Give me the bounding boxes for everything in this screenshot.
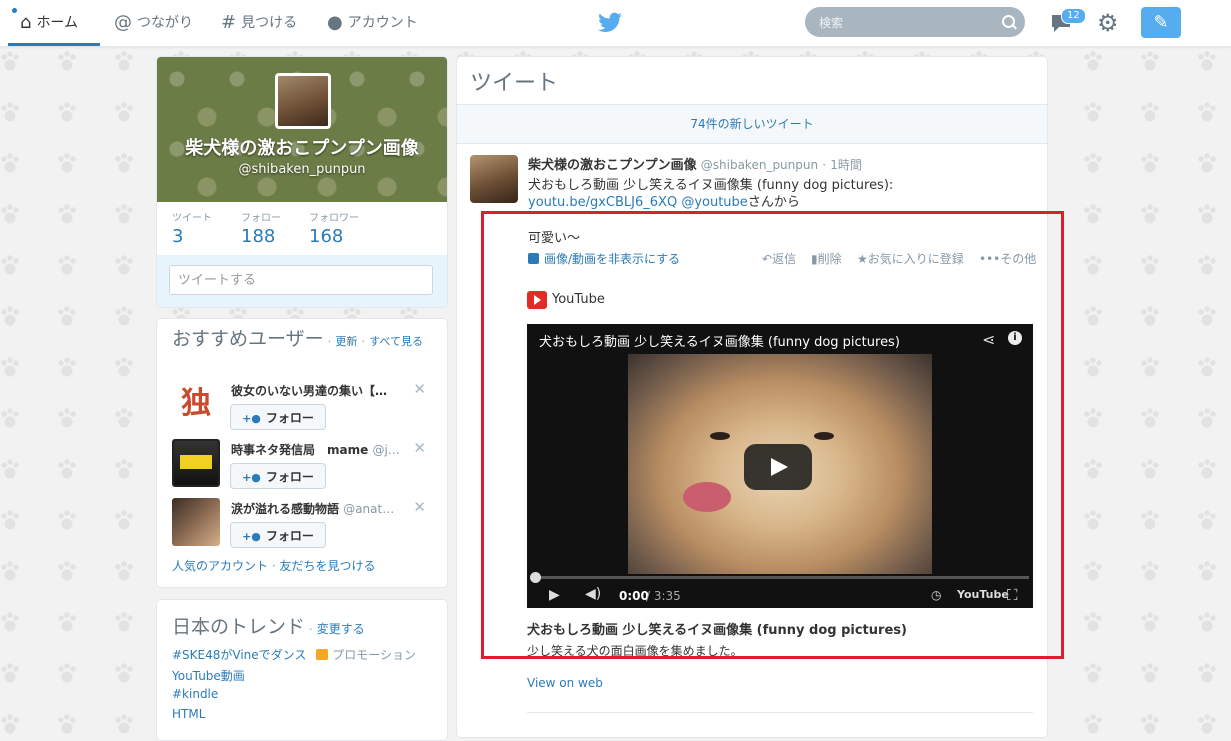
nav-discover[interactable]: # 見つける bbox=[221, 0, 297, 46]
profile-avatar[interactable] bbox=[275, 73, 331, 129]
add-user-icon: +● bbox=[242, 530, 261, 543]
follow-label: フォロー bbox=[265, 529, 314, 543]
wtf-view-all-link[interactable]: すべて見る bbox=[369, 335, 423, 348]
tweet-author-name[interactable]: 柴犬様の激おこプンプン画像 bbox=[528, 158, 697, 173]
trend-link[interactable]: #kindle bbox=[172, 687, 218, 701]
tweet-divider bbox=[527, 712, 1033, 713]
nav-account[interactable]: ● アカウント bbox=[327, 0, 418, 46]
profile-handle[interactable]: @shibaken_punpun bbox=[157, 162, 447, 177]
follow-label: フォロー bbox=[265, 411, 314, 425]
wtf-footer: 人気のアカウント · 友だちを見つける bbox=[172, 559, 376, 573]
follow-button[interactable]: +● フォロー bbox=[230, 404, 326, 430]
wtf-refresh-link[interactable]: 更新 bbox=[335, 335, 357, 348]
user-icon: ● bbox=[327, 12, 343, 33]
profile-name[interactable]: 柴犬様の激おこプンプン画像 bbox=[157, 134, 447, 160]
tweet-mention-link[interactable]: @youtube bbox=[681, 195, 747, 210]
stat-tweets[interactable]: ツイート 3 bbox=[172, 209, 212, 247]
stat-value: 3 bbox=[172, 226, 184, 247]
home-icon: ⌂ bbox=[20, 12, 32, 33]
promoted-label: プロモーション bbox=[332, 648, 417, 662]
user-name[interactable]: 涙が溢れる感動物語 bbox=[231, 502, 339, 516]
popular-accounts-link[interactable]: 人気のアカウント bbox=[172, 559, 268, 573]
stat-label: ツイート bbox=[172, 213, 212, 224]
dismiss-icon[interactable]: ✕ bbox=[413, 498, 426, 516]
nav-connect-label: つながり bbox=[137, 15, 193, 31]
quill-icon: ✎ bbox=[1153, 12, 1169, 33]
user-name[interactable]: 時事ネタ発信局 mame bbox=[231, 443, 368, 457]
hashtag-icon: # bbox=[221, 12, 237, 33]
nav-connect[interactable]: @ つながり bbox=[114, 0, 193, 46]
who-to-follow-card: おすすめユーザー · 更新 · すべて見る 独 彼女のいない男達の集い【… ✕ … bbox=[156, 318, 448, 588]
dismiss-icon[interactable]: ✕ bbox=[413, 439, 426, 457]
dismiss-icon[interactable]: ✕ bbox=[413, 380, 426, 398]
tweet-box-area: ツイートする bbox=[157, 255, 447, 307]
stream-title: ツイート bbox=[470, 71, 559, 96]
follow-button[interactable]: +● フォロー bbox=[230, 522, 326, 548]
promoted-icon bbox=[316, 649, 329, 660]
tv-screen-graphic bbox=[180, 455, 212, 469]
view-on-web-link[interactable]: View on web bbox=[527, 676, 603, 690]
nav-discover-label: 見つける bbox=[241, 15, 298, 31]
stat-followers[interactable]: フォロワー 168 bbox=[309, 209, 359, 247]
search-icon[interactable] bbox=[1002, 15, 1015, 28]
highlight-box bbox=[481, 211, 1064, 659]
trend-link[interactable]: HTML bbox=[172, 707, 205, 721]
trends-header: 日本のトレンド · 変更する bbox=[172, 616, 365, 638]
follow-button[interactable]: +● フォロー bbox=[230, 463, 326, 489]
tweet-author-handle[interactable]: @shibaken_punpun bbox=[701, 158, 818, 172]
profile-card: 柴犬様の激おこプンプン画像 @shibaken_punpun ツイート 3 フォ… bbox=[156, 56, 448, 308]
new-tweets-bar[interactable]: 74件の新しいツイート bbox=[457, 104, 1047, 144]
tweet-avatar[interactable] bbox=[470, 155, 518, 203]
user-handle: @anat… bbox=[343, 502, 395, 516]
tweet-timestamp[interactable]: 1時間 bbox=[830, 158, 862, 172]
trends-card: 日本のトレンド · 変更する #SKE48がVineでダンス プロモーション Y… bbox=[156, 599, 448, 741]
user-name[interactable]: 彼女のいない男達の集い【… bbox=[231, 384, 387, 398]
tweet-text-suffix: さんから bbox=[747, 195, 800, 210]
user-avatar[interactable] bbox=[172, 439, 220, 487]
tweet-url-link[interactable]: youtu.be/gxCBLJ6_6XQ bbox=[528, 195, 677, 210]
search-input[interactable] bbox=[817, 7, 1001, 39]
user-avatar[interactable]: 独 bbox=[172, 380, 220, 428]
stat-value: 168 bbox=[309, 226, 344, 247]
gear-icon[interactable]: ⚙ bbox=[1097, 10, 1119, 36]
stat-following[interactable]: フォロー 188 bbox=[241, 209, 281, 247]
user-avatar[interactable] bbox=[172, 498, 220, 546]
nav-home[interactable]: ⌂ ホーム bbox=[8, 0, 100, 46]
at-sign-icon: @ bbox=[114, 12, 132, 33]
user-handle: @j… bbox=[372, 443, 400, 457]
stat-label: フォロー bbox=[241, 213, 281, 224]
change-trends-link[interactable]: 変更する bbox=[317, 622, 365, 636]
compose-tweet-button[interactable]: ✎ bbox=[1141, 7, 1181, 38]
find-friends-link[interactable]: 友だちを見つける bbox=[280, 559, 376, 573]
suggested-user: 涙が溢れる感動物語 @anat… ✕ +● フォロー bbox=[172, 498, 442, 552]
tweet-text-links: youtu.be/gxCBLJ6_6XQ @youtubeさんから bbox=[528, 191, 800, 210]
trend-link[interactable]: YouTube動画 bbox=[172, 667, 245, 684]
stat-label: フォロワー bbox=[309, 213, 359, 224]
messages-count-badge: 12 bbox=[1061, 8, 1086, 24]
tweet-header: 柴犬様の激おこプンプン画像 @shibaken_punpun · 1時間 bbox=[528, 158, 862, 173]
search-box[interactable] bbox=[805, 7, 1025, 39]
nav-account-label: アカウント bbox=[347, 15, 418, 31]
top-navigation-bar: ⌂ホーム @ つながり #見つける ●アカウント 12 ⚙ ✎ bbox=[0, 0, 1231, 47]
trend-item: #SKE48がVineでダンス プロモーション bbox=[172, 646, 416, 663]
stat-value: 188 bbox=[241, 226, 276, 247]
trends-title: 日本のトレンド bbox=[172, 616, 306, 638]
twitter-bird-icon[interactable] bbox=[597, 10, 623, 36]
tweet-compose-field[interactable]: ツイートする bbox=[169, 265, 433, 295]
wtf-header: おすすめユーザー · 更新 · すべて見る bbox=[172, 328, 423, 350]
add-user-icon: +● bbox=[242, 412, 261, 425]
follow-label: フォロー bbox=[265, 470, 314, 484]
add-user-icon: +● bbox=[242, 471, 261, 484]
suggested-user: 時事ネタ発信局 mame @j… ✕ +● フォロー bbox=[172, 439, 442, 493]
suggested-user: 独 彼女のいない男達の集い【… ✕ +● フォロー bbox=[172, 380, 442, 434]
wtf-title: おすすめユーザー bbox=[172, 328, 324, 350]
trend-link[interactable]: #SKE48がVineでダンス bbox=[172, 648, 306, 662]
nav-home-label: ホーム bbox=[36, 15, 79, 31]
